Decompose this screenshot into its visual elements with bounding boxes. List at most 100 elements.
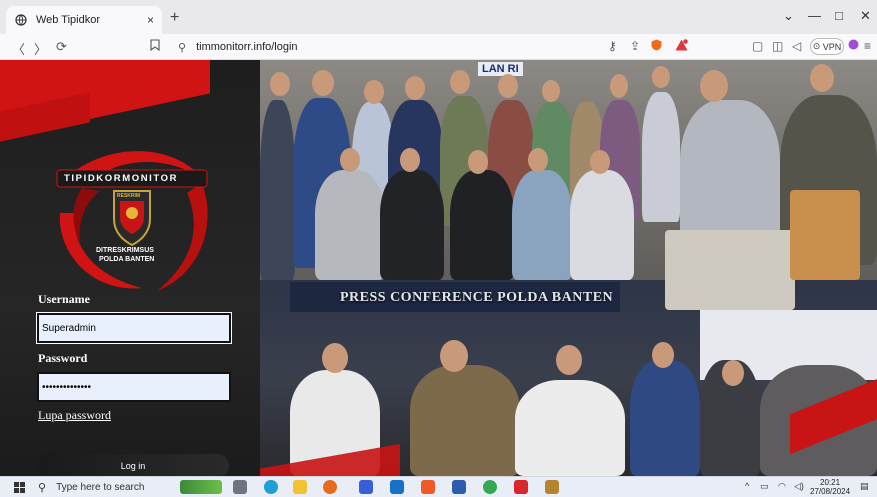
bookmark-icon[interactable] xyxy=(150,39,160,54)
windows-start-icon[interactable] xyxy=(14,482,25,493)
login-page: LAN RI PRESS CONFERENCE POLDA BANTEN RES… xyxy=(0,60,877,476)
minimize-button[interactable]: — xyxy=(808,8,821,23)
address-bar[interactable]: ⚲ timmonitorr.info/login xyxy=(170,37,708,57)
site-settings-icon[interactable]: ⚲ xyxy=(178,41,186,54)
notification-icon[interactable]: ▤ xyxy=(860,481,869,492)
close-window-button[interactable]: ✕ xyxy=(860,8,871,24)
maximize-button[interactable]: □ xyxy=(835,8,843,23)
word-icon[interactable] xyxy=(452,480,466,494)
username-input[interactable] xyxy=(36,312,232,344)
logo-sub-text-2: POLDA BANTEN xyxy=(99,256,155,263)
head xyxy=(322,343,348,373)
brave-icon[interactable] xyxy=(421,480,435,494)
person xyxy=(315,170,385,280)
person xyxy=(680,100,780,250)
wallet-icon[interactable]: ◫ xyxy=(772,39,783,53)
share-icon[interactable]: ⇪ xyxy=(630,39,640,53)
evidence-envelope xyxy=(790,190,860,280)
head xyxy=(498,74,518,98)
firefox-icon[interactable] xyxy=(323,480,337,494)
head xyxy=(270,72,290,96)
head xyxy=(610,74,628,98)
windows-taskbar: ⚲ Type here to search ^ ▭ ◠ ◁) 20:21 27/… xyxy=(0,476,877,497)
sidebar-icon[interactable]: ▢ xyxy=(752,39,763,53)
head xyxy=(528,148,548,172)
logo-sub-text-1: DITRESKRIMSUS xyxy=(96,247,154,254)
person xyxy=(515,380,625,476)
mail-icon[interactable] xyxy=(390,480,404,494)
tray-chevron-icon[interactable]: ^ xyxy=(745,481,749,491)
wifi-icon[interactable]: ◠ xyxy=(778,481,786,492)
head xyxy=(450,70,470,94)
photos-icon[interactable] xyxy=(545,480,559,494)
head xyxy=(590,150,610,174)
volume-icon[interactable]: ◁) xyxy=(794,481,804,492)
background-photo-collage: LAN RI PRESS CONFERENCE POLDA BANTEN xyxy=(260,60,877,476)
person xyxy=(570,170,634,280)
back-icon[interactable]: 〈 xyxy=(12,39,25,58)
login-button[interactable]: Log in xyxy=(37,454,229,476)
tab-close-icon[interactable]: × xyxy=(147,13,154,27)
task-view-icon[interactable] xyxy=(233,480,247,494)
pdf-reader-icon[interactable] xyxy=(514,480,528,494)
head xyxy=(400,148,420,172)
head xyxy=(556,345,582,375)
vpn-button[interactable]: ⊙ VPN xyxy=(810,38,844,55)
head xyxy=(722,360,744,386)
extensions-icon[interactable]: ◁ xyxy=(792,39,801,53)
head xyxy=(700,70,728,102)
banner-lan-ri: LAN RI xyxy=(478,62,523,76)
reload-icon[interactable]: ⟳ xyxy=(56,39,67,55)
taskbar-search-box[interactable]: ⚲ Type here to search xyxy=(38,479,174,496)
forgot-password-link[interactable]: Lupa password xyxy=(38,408,111,423)
clock-time: 20:21 xyxy=(820,478,841,487)
head xyxy=(652,342,674,368)
key-icon[interactable]: ⚷ xyxy=(608,39,617,53)
head xyxy=(364,80,384,104)
person xyxy=(450,170,514,280)
person xyxy=(642,92,680,222)
taskbar-clock[interactable]: 20:21 27/08/2024 xyxy=(810,478,850,496)
head xyxy=(468,150,488,174)
person xyxy=(410,365,520,476)
new-tab-button[interactable]: + xyxy=(170,9,179,27)
tipidkormonitor-logo: RESKRIM TIPIDKORMONITOR DITRESKRIMSUS PO… xyxy=(52,143,212,293)
battery-icon: ▭ xyxy=(760,481,769,491)
vpn-label: VPN xyxy=(822,41,842,52)
chrome-icon[interactable] xyxy=(483,480,497,494)
person xyxy=(380,170,444,280)
head xyxy=(340,148,360,172)
store-icon[interactable] xyxy=(359,480,373,494)
logo-badge-text: RESKRIM xyxy=(117,193,141,199)
menu-icon[interactable]: ≡ xyxy=(864,39,871,53)
username-label: Username xyxy=(38,292,90,306)
head xyxy=(440,340,468,372)
logo-title-text: TIPIDKORMONITOR xyxy=(64,173,179,184)
evidence-box xyxy=(665,230,795,310)
head xyxy=(542,80,560,102)
banner-press-conference: PRESS CONFERENCE POLDA BANTEN xyxy=(340,290,614,305)
shield-icon[interactable] xyxy=(651,39,662,54)
file-explorer-icon[interactable] xyxy=(293,480,307,494)
clock-date: 27/08/2024 xyxy=(810,487,851,496)
url-text: timmonitorr.info/login xyxy=(196,41,298,53)
widgets-icon[interactable] xyxy=(180,480,222,494)
browser-tab[interactable]: Web Tipidkor × xyxy=(6,6,162,34)
browser-toolbar: 〈 〉 ⟳ ⚲ timmonitorr.info/login ⚷ ⇪ ▢ ◫ ◁… xyxy=(0,34,877,60)
forward-icon[interactable]: 〉 xyxy=(34,39,47,58)
person xyxy=(260,100,295,280)
search-icon: ⚲ xyxy=(38,482,47,494)
rewards-icon[interactable] xyxy=(675,39,688,54)
tab-title: Web Tipidkor xyxy=(36,14,100,26)
leo-icon[interactable] xyxy=(848,39,859,53)
edge-icon[interactable] xyxy=(264,480,278,494)
tab-search-icon[interactable]: ⌄ xyxy=(783,8,794,24)
person xyxy=(512,170,572,280)
head xyxy=(810,64,834,92)
globe-icon xyxy=(14,13,28,27)
taskbar-search-placeholder: Type here to search xyxy=(56,482,145,493)
head xyxy=(312,70,334,96)
head xyxy=(405,76,425,100)
password-input[interactable] xyxy=(37,372,231,402)
login-panel: RESKRIM TIPIDKORMONITOR DITRESKRIMSUS PO… xyxy=(0,60,260,476)
